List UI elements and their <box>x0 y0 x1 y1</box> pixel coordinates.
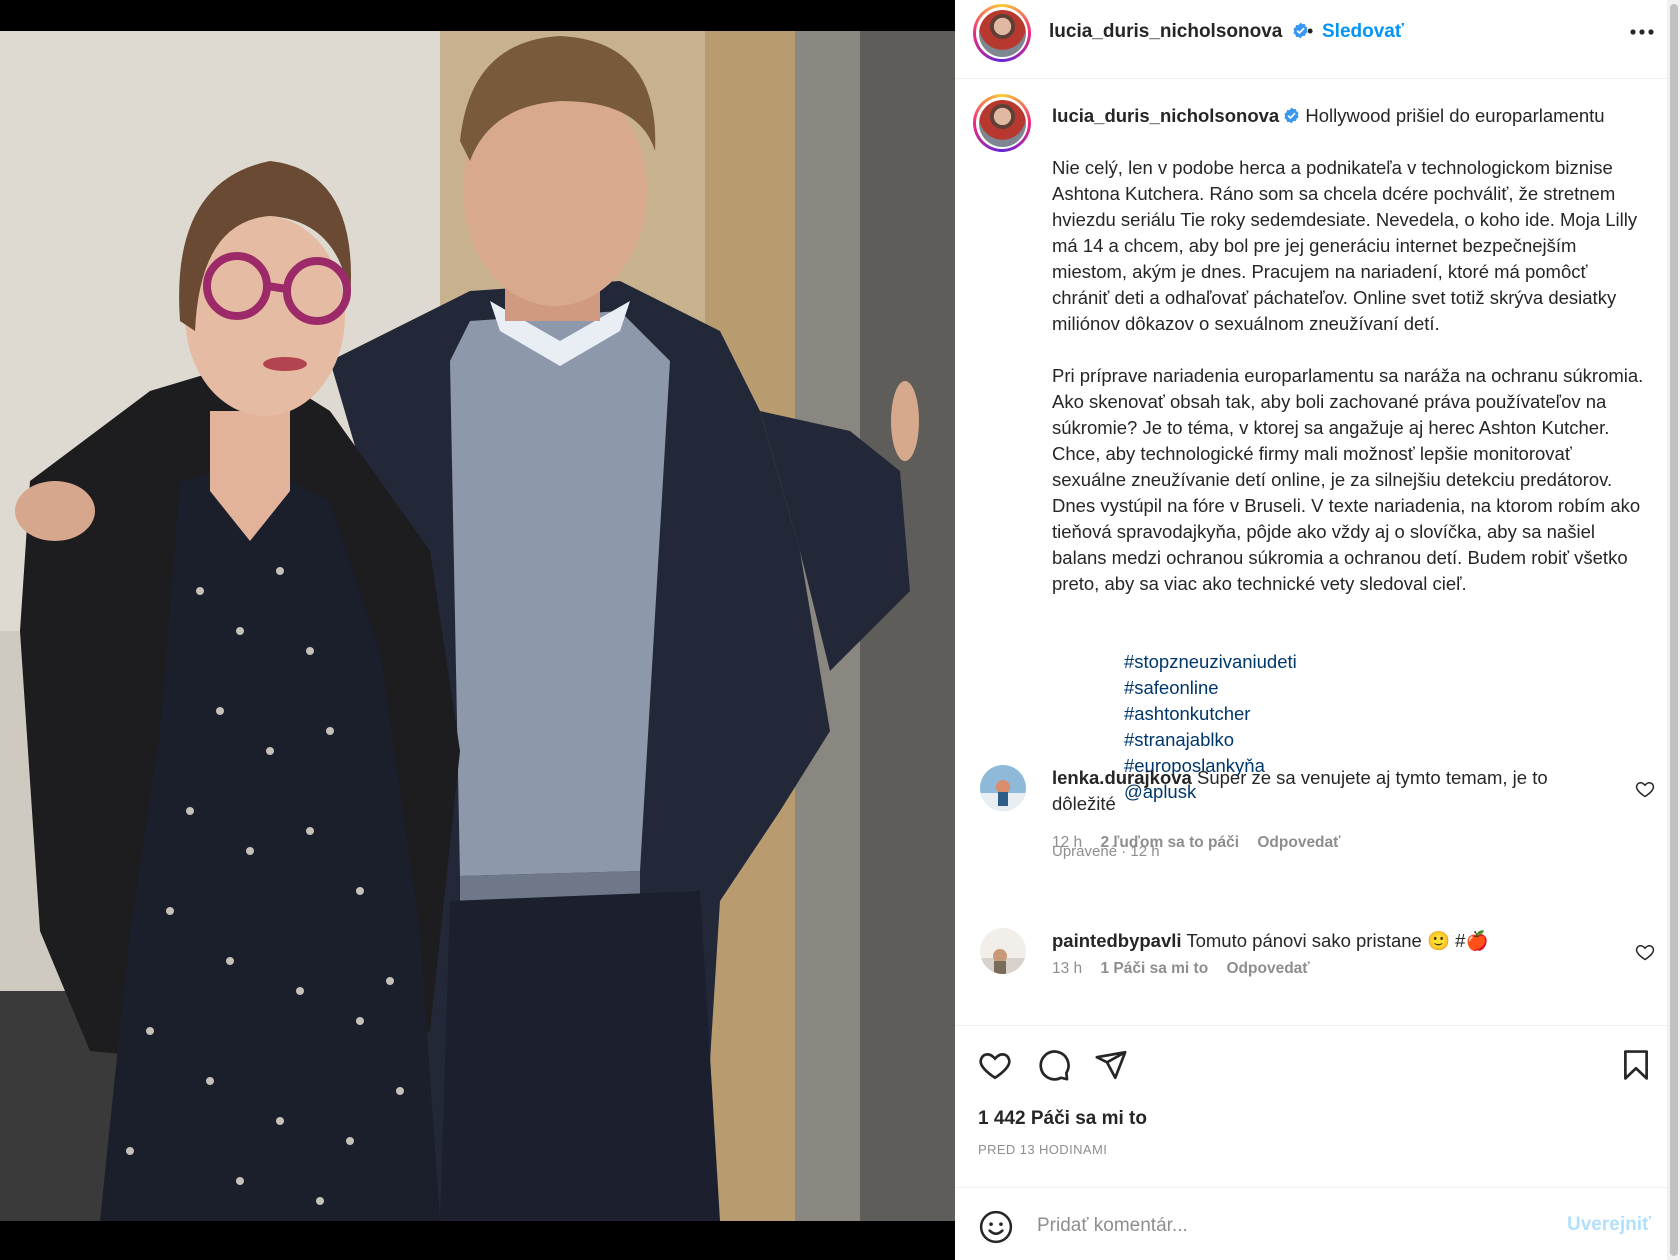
comment-likes-count[interactable]: 1 Páči sa mi to <box>1100 960 1208 977</box>
comment-input[interactable] <box>1037 1206 1507 1246</box>
header-separator: • <box>1307 21 1314 41</box>
side-panel: lucia_duris_nicholsonova • Sledovať luci… <box>955 0 1680 1260</box>
commenter-avatar[interactable] <box>980 928 1026 974</box>
header-username-text[interactable]: lucia_duris_nicholsonova <box>1049 21 1282 42</box>
caption-avatar-image <box>978 99 1026 147</box>
photo-illustration <box>0 31 955 1221</box>
comment-heart-icon[interactable] <box>1635 942 1655 962</box>
commenter-username[interactable]: paintedbypavli <box>1052 930 1182 951</box>
comment-text: lenka.durajkova Super ze sa venujete aj … <box>1052 765 1597 817</box>
heart-icon[interactable] <box>978 1048 1012 1082</box>
comment-body: Tomuto pánovi sako pristane 🙂 #🍎 <box>1186 930 1489 951</box>
caption-headline: Hollywood prišiel do europarlamentu <box>1305 105 1605 126</box>
comment-heart-icon[interactable] <box>1635 779 1655 799</box>
hashtag-link[interactable]: #ashtonkutcher <box>1124 703 1251 724</box>
reply-button[interactable]: Odpovedať <box>1227 960 1310 977</box>
commenter-avatar-image <box>980 928 1026 974</box>
caption-paragraph-1: Nie celý, len v podobe herca a podnikate… <box>1052 157 1643 334</box>
caption-author-avatar[interactable] <box>973 94 1031 152</box>
post-header: lucia_duris_nicholsonova • Sledovať <box>955 0 1667 79</box>
post-comment-button[interactable]: Uverejniť <box>1567 1214 1651 1236</box>
comment-meta: 12 h 2 ľuďom sa to páči Odpovedať <box>1052 834 1355 852</box>
comment-time: 13 h <box>1052 960 1083 977</box>
author-avatar-inner <box>976 7 1028 59</box>
post-photo[interactable] <box>0 31 955 1221</box>
commenter-avatar-image <box>980 765 1026 811</box>
instagram-post-modal: lucia_duris_nicholsonova • Sledovať luci… <box>0 0 1680 1260</box>
verified-badge-icon <box>1284 107 1299 124</box>
caption-username[interactable]: lucia_duris_nicholsonova <box>1052 105 1279 126</box>
add-comment-bar: Uverejniť <box>955 1187 1667 1260</box>
comments-area[interactable]: lucia_duris_nicholsonova Hollywood priši… <box>955 80 1667 1025</box>
scrollbar-thumb[interactable] <box>1670 4 1678 1256</box>
comment-meta: 13 h 1 Páči sa mi to Odpovedať <box>1052 960 1324 978</box>
caption-paragraph-2: Pri príprave nariadenia europarlamentu s… <box>1052 365 1648 594</box>
comment-time: 12 h <box>1052 834 1083 851</box>
commenter-username[interactable]: lenka.durajkova <box>1052 767 1192 788</box>
comment-text: paintedbypavli Tomuto pánovi sako prista… <box>1052 928 1597 954</box>
posted-time: PRED 13 HODINAMI <box>978 1142 1108 1157</box>
side-panel-content: lucia_duris_nicholsonova • Sledovať luci… <box>955 0 1680 1260</box>
more-options-icon[interactable] <box>1625 20 1659 44</box>
smiley-icon[interactable] <box>979 1210 1013 1244</box>
comment-likes-count[interactable]: 2 ľuďom sa to páči <box>1100 834 1239 851</box>
reply-button[interactable]: Odpovedať <box>1257 834 1340 851</box>
hashtag-link[interactable]: #stopzneuzivaniudeti <box>1124 651 1297 672</box>
comment-bubble-icon[interactable] <box>1037 1048 1071 1082</box>
caption-headline-line: lucia_duris_nicholsonova Hollywood priši… <box>1052 103 1647 129</box>
post-actions: 1 442 Páči sa mi to PRED 13 HODINAMI <box>955 1025 1667 1189</box>
hashtag-link[interactable]: #stranajablko <box>1124 729 1234 750</box>
commenter-avatar[interactable] <box>980 765 1026 811</box>
author-avatar-image <box>978 9 1026 57</box>
bookmark-icon[interactable] <box>1619 1048 1653 1082</box>
hashtag-link[interactable]: #safeonline <box>1124 677 1219 698</box>
paper-plane-icon[interactable] <box>1094 1048 1128 1082</box>
likes-count[interactable]: 1 442 Páči sa mi to <box>978 1108 1147 1130</box>
caption-text: lucia_duris_nicholsonova Hollywood priši… <box>1052 103 1647 865</box>
author-avatar[interactable] <box>973 4 1031 62</box>
caption-avatar-inner <box>976 97 1028 149</box>
follow-button[interactable]: Sledovať <box>1322 21 1404 43</box>
header-username[interactable]: lucia_duris_nicholsonova <box>1049 21 1309 43</box>
photo-pane <box>0 0 955 1260</box>
